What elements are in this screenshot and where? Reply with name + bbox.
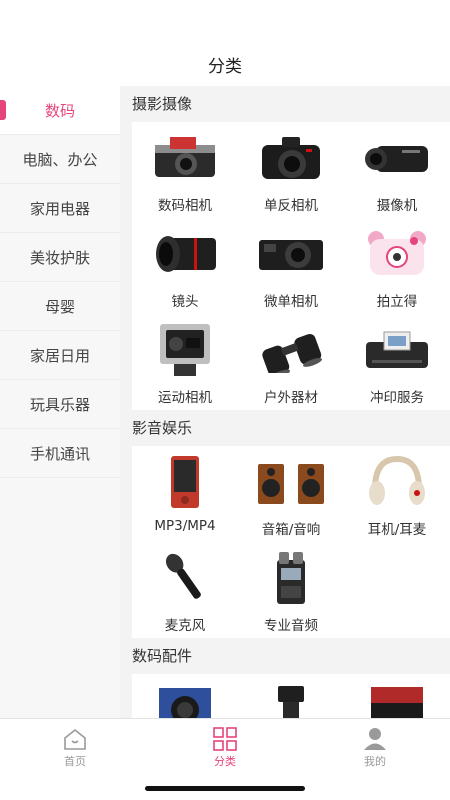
category-item-action-camera[interactable]: 运动相机 — [132, 314, 238, 410]
active-marker — [0, 100, 6, 120]
category-label: 专业音频 — [264, 618, 318, 634]
sidebar-item-home-appliances[interactable]: 家用电器 — [0, 184, 120, 233]
sidebar-item-label: 家用电器 — [29, 199, 90, 218]
home-icon — [64, 728, 86, 750]
category-item-instant[interactable]: 拍立得 — [344, 218, 450, 314]
tab-profile[interactable]: 我的 — [335, 727, 415, 769]
category-label: 麦克风 — [164, 618, 206, 634]
sidebar-item-mother-baby[interactable]: 母婴 — [0, 282, 120, 331]
category-item-outdoor[interactable]: 户外器材 — [238, 314, 344, 410]
digital-camera-icon — [150, 132, 220, 184]
category-sidebar: 数码 电脑、办公 家用电器 美妆护肤 母婴 家居日用 玩具乐器 手机通讯 — [0, 86, 120, 718]
category-label: 拍立得 — [376, 294, 418, 310]
audio-recorder-icon — [256, 552, 326, 604]
category-item-flash[interactable] — [238, 674, 344, 718]
sidebar-item-computer-office[interactable]: 电脑、办公 — [0, 135, 120, 184]
section-title: 数码配件 — [132, 647, 193, 665]
category-item-camcorder[interactable]: 摄像机 — [344, 122, 450, 218]
category-label: 数码相机 — [158, 198, 212, 214]
category-item-lens[interactable]: 镜头 — [132, 218, 238, 314]
section-title: 摄影摄像 — [132, 95, 193, 113]
category-grid: 数码相机 单反相机 摄像机 镜头 微单相机 拍立得 运动相机 户外器材 冲印服务 — [132, 122, 450, 410]
category-label: 音箱/音响 — [261, 522, 321, 538]
dslr-camera-icon — [256, 132, 326, 184]
instant-camera-icon — [362, 228, 432, 280]
category-grid: MP3/MP4 音箱/音响 耳机/耳麦 麦克风 专业音频 — [132, 446, 450, 638]
category-label: 户外器材 — [264, 390, 318, 406]
category-item-microphone[interactable]: 麦克风 — [132, 542, 238, 638]
tab-label: 首页 — [64, 755, 86, 768]
category-item-dslr[interactable]: 单反相机 — [238, 122, 344, 218]
sidebar-item-label: 电脑、办公 — [22, 150, 98, 169]
category-label: 镜头 — [171, 294, 199, 310]
headphones-icon — [362, 455, 432, 508]
category-label: 冲印服务 — [370, 390, 424, 406]
camcorder-icon — [362, 132, 432, 184]
navigation-bar: 分类 — [0, 0, 450, 86]
home-indicator — [145, 786, 305, 791]
sidebar-item-household[interactable]: 家居日用 — [0, 331, 120, 380]
sidebar-item-label: 数码 — [44, 101, 75, 120]
flash-icon — [256, 684, 326, 718]
binoculars-icon — [256, 324, 326, 376]
action-camera-icon — [150, 324, 220, 376]
category-grid — [132, 674, 450, 718]
tab-label: 分类 — [214, 755, 236, 768]
category-label: 单反相机 — [264, 198, 318, 214]
category-item-digital-camera[interactable]: 数码相机 — [132, 122, 238, 218]
category-label: 摄像机 — [376, 198, 418, 214]
user-icon — [364, 728, 386, 750]
sidebar-item-phones[interactable]: 手机通讯 — [0, 429, 120, 478]
tab-label: 我的 — [364, 755, 386, 768]
category-item-accessory[interactable] — [132, 674, 238, 718]
category-item-pro-audio[interactable]: 专业音频 — [238, 542, 344, 638]
tab-home[interactable]: 首页 — [35, 727, 115, 769]
category-label: 运动相机 — [158, 390, 212, 406]
memory-card-icon — [362, 684, 432, 718]
sidebar-item-digital[interactable]: 数码 — [0, 86, 120, 135]
category-item-mp3[interactable]: MP3/MP4 — [132, 446, 238, 542]
sidebar-item-label: 玩具乐器 — [29, 395, 90, 414]
sidebar-item-toys-instruments[interactable]: 玩具乐器 — [0, 380, 120, 429]
category-label: MP3/MP4 — [154, 518, 216, 534]
category-grid-icon — [213, 727, 237, 751]
lens-icon — [150, 228, 220, 280]
mp3-player-icon — [150, 456, 220, 508]
sidebar-item-label: 母婴 — [44, 297, 75, 316]
category-item-memory-card[interactable] — [344, 674, 450, 718]
category-label: 微单相机 — [264, 294, 318, 310]
photo-printer-icon — [362, 324, 432, 376]
category-item-mirrorless[interactable]: 微单相机 — [238, 218, 344, 314]
page-title: 分类 — [208, 57, 242, 77]
category-label: 耳机/耳麦 — [367, 522, 427, 538]
sidebar-item-label: 家居日用 — [29, 346, 90, 365]
accessory-box-icon — [150, 684, 220, 718]
category-item-printing[interactable]: 冲印服务 — [344, 314, 450, 410]
sidebar-item-label: 美妆护肤 — [29, 248, 90, 267]
mirrorless-camera-icon — [256, 228, 326, 280]
category-content: 摄影摄像 数码相机 单反相机 摄像机 镜头 微单相机 拍立得 运动相机 户外器材… — [120, 86, 450, 718]
category-item-headphones[interactable]: 耳机/耳麦 — [344, 446, 450, 542]
sidebar-item-label: 手机通讯 — [29, 444, 90, 463]
microphone-icon — [150, 552, 220, 604]
section-title: 影音娱乐 — [132, 419, 193, 437]
speakers-icon — [256, 456, 326, 508]
sidebar-item-beauty[interactable]: 美妆护肤 — [0, 233, 120, 282]
category-item-speakers[interactable]: 音箱/音响 — [238, 446, 344, 542]
tab-category[interactable]: 分类 — [185, 727, 265, 769]
